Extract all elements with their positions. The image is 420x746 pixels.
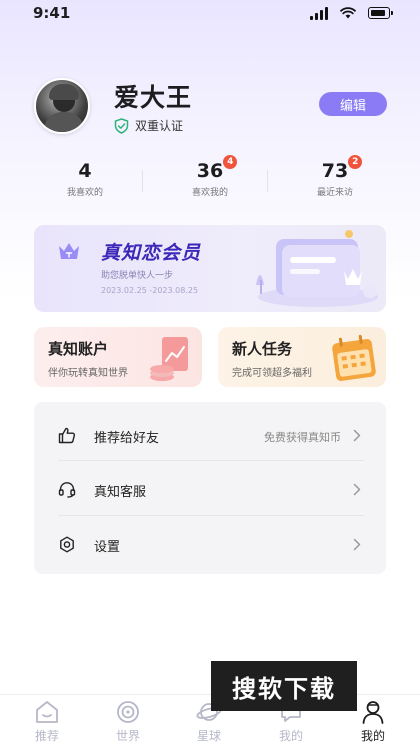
wifi-icon — [340, 7, 356, 19]
gear-icon — [60, 536, 74, 553]
home-icon — [36, 701, 58, 723]
settings-menu: 推荐给好友 免费获得真知币 真知客服 设置 — [34, 402, 386, 574]
tab-label: 推荐 — [34, 729, 59, 743]
calendar-icon — [332, 334, 376, 381]
divider — [142, 170, 143, 192]
account-card-title: 真知账户 — [48, 340, 109, 358]
tab-label: 我的 — [360, 729, 385, 743]
verify-label: 双重认证 — [135, 119, 184, 133]
stat-liked-me[interactable]: 36 4 喜欢我的 — [160, 155, 260, 198]
tab-world[interactable]: 世界 — [98, 699, 158, 744]
tab-label: 星球 — [196, 729, 221, 743]
vip-card[interactable]: 真知恋会员 助您脱单快人一步 2023.02.25 -2023.08.25 — [34, 225, 386, 312]
stat-label: 最近来访 — [316, 188, 353, 198]
divider — [58, 460, 364, 461]
divider — [58, 515, 364, 516]
tab-recommend[interactable]: 推荐 — [17, 699, 77, 744]
stat-recent-visitors[interactable]: 73 2 最近来访 — [285, 155, 385, 198]
menu-item-label: 推荐给好友 — [94, 431, 160, 446]
battery-icon — [368, 7, 393, 19]
account-card-subtitle: 伴你玩转真知世界 — [48, 368, 128, 379]
tab-label: 我的 — [278, 729, 303, 743]
notification-badge: 2 — [348, 155, 363, 169]
vip-title: 真知恋会员 — [101, 242, 202, 264]
user-icon — [362, 701, 384, 724]
chevron-right-icon — [353, 538, 361, 551]
vip-subtitle: 助您脱单快人一步 — [101, 271, 174, 281]
crown-icon — [59, 243, 79, 259]
menu-item-customer-service[interactable]: 真知客服 — [34, 462, 386, 517]
orbit-icon — [117, 701, 139, 723]
edit-button[interactable]: 编辑 — [319, 92, 387, 116]
tab-label: 世界 — [115, 729, 140, 743]
menu-item-hint: 免费获得真知币 — [264, 431, 341, 444]
menu-item-label: 设置 — [94, 540, 121, 555]
stat-value: 4 — [78, 160, 92, 182]
status-bar: 9:41 — [0, 0, 420, 30]
signal-icon — [310, 6, 328, 20]
vip-dates: 2023.02.25 -2023.08.25 — [101, 286, 199, 295]
status-icons — [310, 6, 393, 20]
newbie-task-subtitle: 完成可领超多福利 — [232, 368, 312, 379]
stat-liked[interactable]: 4 我喜欢的 — [35, 160, 135, 198]
newbie-task-card[interactable]: 新人任务 完成可领超多福利 — [218, 327, 386, 387]
stat-value: 36 — [196, 160, 224, 182]
menu-item-recommend[interactable]: 推荐给好友 免费获得真知币 — [34, 408, 386, 463]
card-illustration-icon — [256, 230, 378, 307]
thumbs-up-icon — [58, 427, 76, 444]
notification-badge: 4 — [223, 155, 238, 169]
headset-icon — [58, 482, 76, 498]
stat-label: 我喜欢的 — [66, 188, 103, 198]
username: 爱大王 — [114, 83, 193, 112]
chevron-right-icon — [353, 429, 361, 442]
menu-item-label: 真知客服 — [94, 485, 147, 500]
verify-badge: 双重认证 — [114, 117, 183, 134]
status-time: 9:41 — [33, 4, 71, 22]
divider — [267, 170, 268, 192]
newbie-task-title: 新人任务 — [232, 340, 293, 358]
watermark: 搜软下载 — [211, 661, 357, 711]
bottom-tab-bar: 推荐 世界 星球 我的 我的 — [0, 694, 420, 746]
shield-check-icon — [114, 117, 129, 134]
stat-value: 73 — [321, 160, 349, 182]
menu-item-settings[interactable]: 设置 — [34, 517, 386, 572]
coins-chart-icon — [150, 337, 188, 381]
account-card[interactable]: 真知账户 伴你玩转真知世界 — [34, 327, 202, 387]
stat-label: 喜欢我的 — [191, 188, 228, 198]
chevron-right-icon — [353, 483, 361, 496]
avatar[interactable] — [34, 78, 90, 134]
